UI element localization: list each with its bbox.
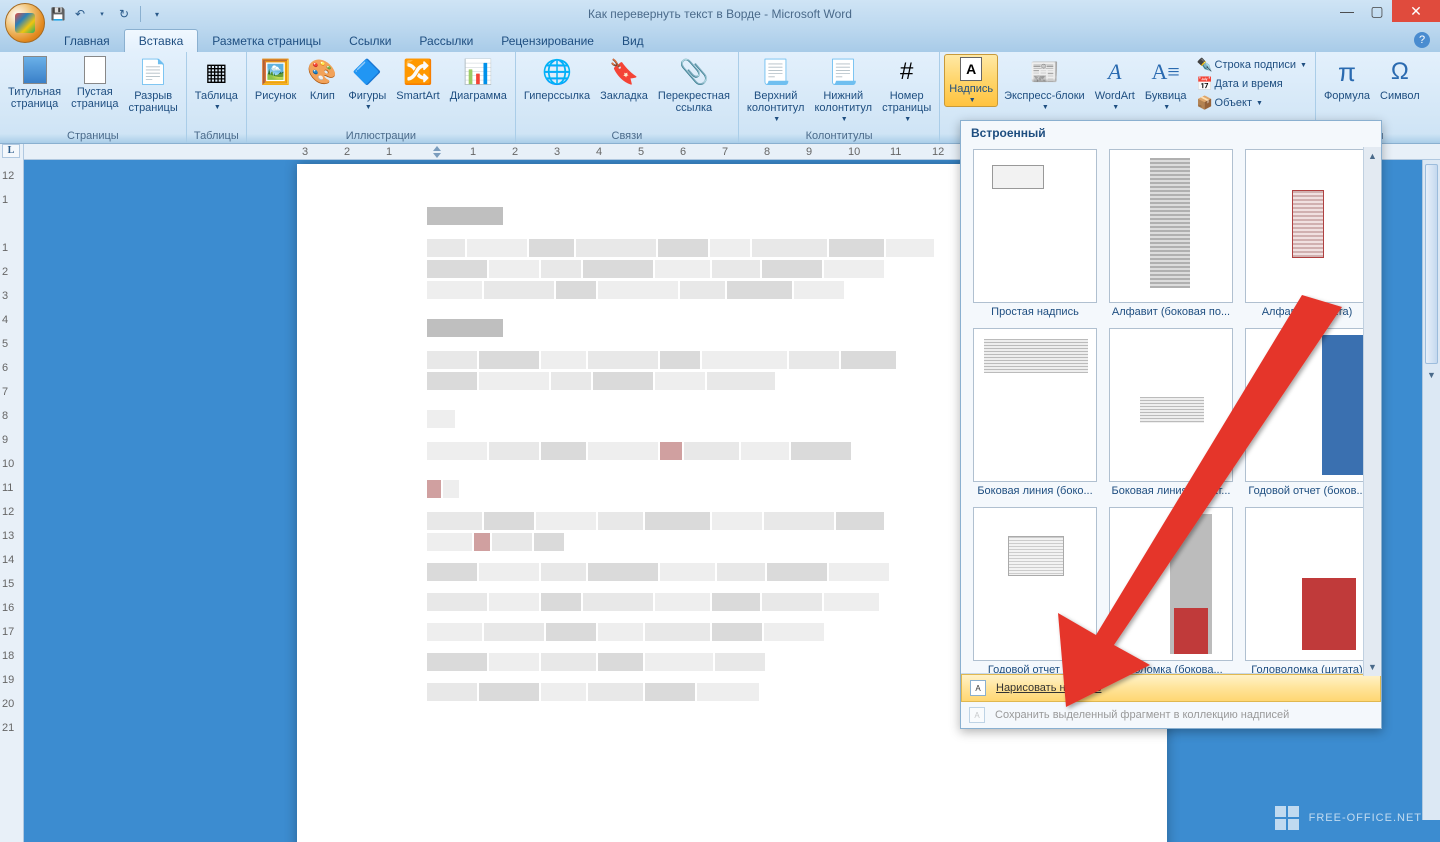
group-tables: ▦Таблица▼ Таблицы [187,52,247,143]
group-label: Иллюстрации [251,129,511,143]
group-label: Таблицы [191,129,242,143]
equation-icon: π [1331,56,1363,88]
vertical-ruler: 12 1 1 2 3 4 5 6 7 8 9 10 11 12 13 14 15… [0,144,24,842]
save-gallery-icon: A [969,707,985,723]
tab-insert[interactable]: Вставка [124,29,199,52]
quick-parts-button[interactable]: 📰Экспресс-блоки▼ [1000,54,1089,113]
bookmark-icon: 🔖 [608,56,640,88]
chart-icon: 📊 [462,56,494,88]
tab-mailings[interactable]: Рассылки [405,30,487,52]
page-number-button[interactable]: #Номер страницы▼ [878,54,935,125]
tab-page-layout[interactable]: Разметка страницы [198,30,335,52]
qat-more-icon[interactable]: ▾ [149,6,165,22]
group-header-footer: 📃Верхний колонтитул▼ 📃Нижний колонтитул▼… [739,52,940,143]
chart-button[interactable]: 📊Диаграмма [446,54,511,104]
gallery-heading: Встроенный [961,121,1381,145]
office-button[interactable] [5,3,45,43]
signature-icon: ✒️ [1197,57,1213,73]
window-title: Как перевернуть текст в Ворде - Microsof… [588,7,852,21]
header-icon: 📃 [760,56,792,88]
wordart-icon: A [1099,56,1131,88]
hyperlink-button[interactable]: 🌐Гиперссылка [520,54,594,104]
cross-ref-button[interactable]: 📎Перекрестная ссылка [654,54,734,116]
clip-button[interactable]: 🎨Клип [302,54,342,104]
dropcap-icon: A≡ [1150,56,1182,88]
page-break-button[interactable]: 📄Разрыв страницы [125,54,182,116]
minimize-button[interactable]: — [1332,0,1362,22]
page-number-icon: # [891,56,923,88]
vertical-scrollbar[interactable]: ▲ ▼ [1422,144,1440,820]
equation-button[interactable]: πФормула [1320,54,1374,104]
picture-button[interactable]: 🖼️Рисунок [251,54,301,104]
tab-stop-selector[interactable]: L [2,144,20,158]
bookmark-button[interactable]: 🔖Закладка [596,54,652,104]
undo-icon[interactable]: ↶ [72,6,88,22]
picture-icon: 🖼️ [260,56,292,88]
header-button[interactable]: 📃Верхний колонтитул▼ [743,54,809,125]
windows-logo-icon [1275,806,1299,830]
scroll-down-icon[interactable]: ▼ [1364,658,1381,676]
group-pages: Титульная страница Пустая страница 📄Разр… [0,52,187,143]
close-button[interactable]: ✕ [1392,0,1440,22]
date-time-button[interactable]: 📅Дата и время [1193,75,1311,93]
footer-icon: 📃 [827,56,859,88]
tab-view[interactable]: Вид [608,30,658,52]
object-icon: 📦 [1197,95,1213,111]
blank-page-icon [84,56,106,84]
gallery-scrollbar[interactable]: ▲ ▼ [1363,147,1381,676]
symbol-icon: Ω [1384,56,1416,88]
redo-icon[interactable]: ↻ [116,6,132,22]
table-button[interactable]: ▦Таблица▼ [191,54,242,113]
smartart-button[interactable]: 🔀SmartArt [392,54,443,104]
textbox-icon: A [960,57,982,81]
group-illustrations: 🖼️Рисунок 🎨Клип 🔷Фигуры▼ 🔀SmartArt 📊Диаг… [247,52,516,143]
scroll-up-icon[interactable]: ▲ [1364,147,1381,165]
date-icon: 📅 [1197,76,1213,92]
arrow-annotation [1042,295,1362,715]
hyperlink-icon: 🌐 [541,56,573,88]
group-links: 🌐Гиперссылка 🔖Закладка 📎Перекрестная ссы… [516,52,739,143]
object-button[interactable]: 📦Объект▼ [1193,94,1311,112]
shapes-button[interactable]: 🔷Фигуры▼ [344,54,390,113]
save-icon[interactable]: 💾 [50,6,66,22]
textbox-button[interactable]: AНадпись▼ [944,54,998,107]
shapes-icon: 🔷 [351,56,383,88]
quick-access-toolbar: 💾 ↶ ▾ ↻ ▾ [50,6,165,22]
group-label: Страницы [4,129,182,143]
indent-marker[interactable] [430,146,444,158]
maximize-button[interactable]: ▢ [1362,0,1392,22]
cross-ref-icon: 📎 [678,56,710,88]
help-icon[interactable]: ? [1414,32,1430,48]
symbol-button[interactable]: ΩСимвол [1376,54,1424,104]
title-bar: 💾 ↶ ▾ ↻ ▾ Как перевернуть текст в Ворде … [0,0,1440,28]
tab-home[interactable]: Главная [50,30,124,52]
cover-page-button[interactable]: Титульная страница [4,54,65,112]
footer-button[interactable]: 📃Нижний колонтитул▼ [810,54,876,125]
tab-review[interactable]: Рецензирование [487,30,608,52]
cover-page-icon [23,56,47,84]
signature-line-button[interactable]: ✒️Строка подписи▼ [1193,56,1311,74]
ribbon-tabs: Главная Вставка Разметка страницы Ссылки… [0,28,1440,52]
page-break-icon: 📄 [137,56,169,88]
smartart-icon: 🔀 [402,56,434,88]
clip-icon: 🎨 [306,56,338,88]
textbox-small-icon: A [970,680,986,696]
table-icon: ▦ [200,56,232,88]
blank-page-button[interactable]: Пустая страница [67,54,122,112]
group-label: Связи [520,129,734,143]
wordart-button[interactable]: AWordArt▼ [1091,54,1139,113]
scroll-down-icon[interactable]: ▼ [1423,366,1440,384]
dropcap-button[interactable]: A≡Буквица▼ [1141,54,1191,113]
watermark: FREE-OFFICE.NET [1275,806,1422,830]
quick-parts-icon: 📰 [1028,56,1060,88]
group-label: Колонтитулы [743,129,935,143]
chevron-down-icon[interactable]: ▾ [94,6,110,22]
scroll-thumb[interactable] [1425,164,1438,364]
tab-references[interactable]: Ссылки [335,30,405,52]
